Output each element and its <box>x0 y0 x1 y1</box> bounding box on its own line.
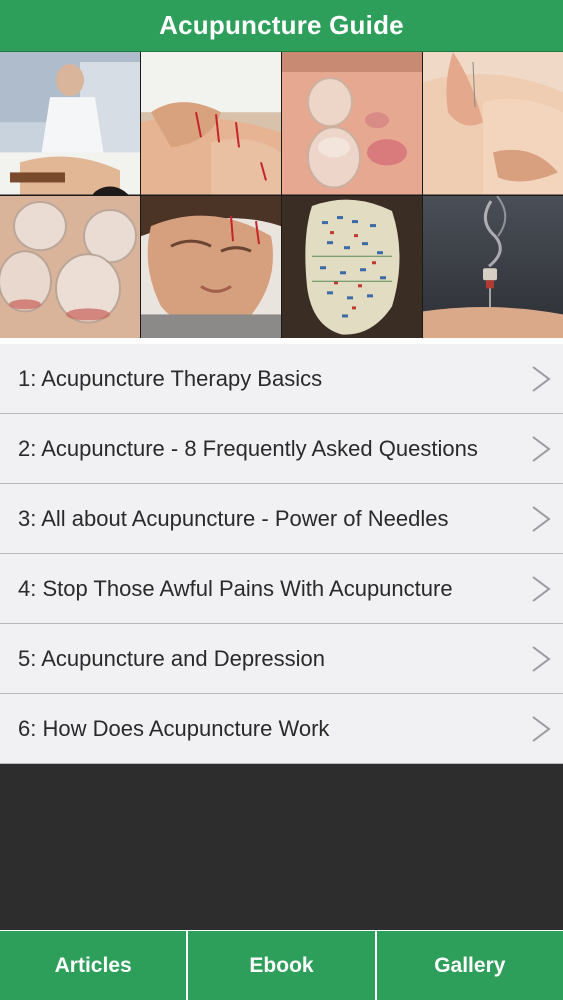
tab-articles[interactable]: Articles <box>0 931 187 1000</box>
gallery-photo-1[interactable] <box>0 52 140 195</box>
tab-label: Articles <box>54 953 132 977</box>
chevron-right-icon <box>527 432 555 466</box>
gallery-photo-8[interactable] <box>423 195 563 338</box>
tab-bar: Articles Ebook Gallery <box>0 930 563 1000</box>
list-item-label: 3: All about Acupuncture - Power of Need… <box>18 505 449 531</box>
list-item[interactable]: 4: Stop Those Awful Pains With Acupunctu… <box>0 554 563 624</box>
list-item[interactable]: 6: How Does Acupuncture Work <box>0 694 563 764</box>
list-item-label: 5: Acupuncture and Depression <box>18 645 325 671</box>
gallery-photo-5[interactable] <box>0 195 140 338</box>
tab-gallery[interactable]: Gallery <box>376 931 563 1000</box>
chevron-right-icon <box>527 712 555 746</box>
list-item[interactable]: 5: Acupuncture and Depression <box>0 624 563 694</box>
chevron-right-icon <box>527 362 555 396</box>
photo-gallery <box>0 52 563 338</box>
list-item[interactable]: 2: Acupuncture - 8 Frequently Asked Ques… <box>0 414 563 484</box>
gallery-photo-7[interactable] <box>282 195 422 338</box>
tab-label: Ebook <box>249 953 314 977</box>
nav-bar: Acupuncture Guide <box>0 0 563 52</box>
list-item[interactable]: 1: Acupuncture Therapy Basics <box>0 344 563 414</box>
chevron-right-icon <box>527 502 555 536</box>
chevron-right-icon <box>527 642 555 676</box>
page-title: Acupuncture Guide <box>159 10 404 40</box>
chevron-right-icon <box>527 572 555 606</box>
tab-ebook[interactable]: Ebook <box>188 931 375 1000</box>
article-list: 1: Acupuncture Therapy Basics 2: Acupunc… <box>0 338 563 764</box>
gallery-photo-3[interactable] <box>282 52 422 195</box>
tab-label: Gallery <box>434 953 506 977</box>
list-item[interactable]: 3: All about Acupuncture - Power of Need… <box>0 484 563 554</box>
list-item-label: 1: Acupuncture Therapy Basics <box>18 365 323 391</box>
gallery-photo-6[interactable] <box>141 195 281 338</box>
list-item-label: 6: How Does Acupuncture Work <box>18 715 330 741</box>
gallery-photo-4[interactable] <box>423 52 563 195</box>
gallery-photo-2[interactable] <box>141 52 281 195</box>
list-item-label: 4: Stop Those Awful Pains With Acupunctu… <box>18 575 453 601</box>
list-item-label: 2: Acupuncture - 8 Frequently Asked Ques… <box>18 435 478 461</box>
